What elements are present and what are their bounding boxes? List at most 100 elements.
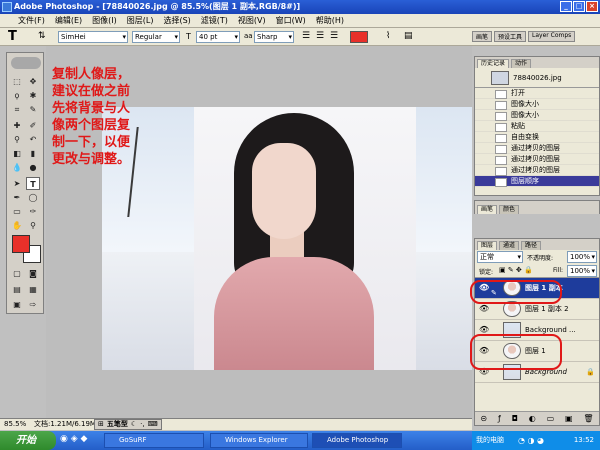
history-brush-tool-icon[interactable]: ↶ xyxy=(26,133,40,146)
my-computer-label[interactable]: 我的电脑 xyxy=(476,431,504,450)
pen-tool-icon[interactable]: ✒ xyxy=(10,191,24,204)
align-left-icon[interactable]: ☰ xyxy=(302,31,310,41)
photoshop-logo-icon xyxy=(2,2,12,12)
slice-tool-icon[interactable]: ✎ xyxy=(26,103,40,116)
minimize-button[interactable]: _ xyxy=(560,1,572,12)
foreground-color-swatch[interactable] xyxy=(12,235,30,253)
history-item[interactable]: 通过拷贝的图层 xyxy=(475,165,599,176)
zoom-readout[interactable]: 85.5% xyxy=(4,419,26,430)
zoom-tool-icon[interactable]: ⚲ xyxy=(26,219,40,232)
brush-tool-icon[interactable]: ✐ xyxy=(26,119,40,132)
ime-bar[interactable]: ⊞ 五笔型 ☾ ·, ⌨ xyxy=(94,419,162,430)
standard-mode-icon[interactable]: ▢ xyxy=(10,267,24,280)
blur-tool-icon[interactable]: 💧 xyxy=(10,161,24,174)
screen-mode-menu-icon[interactable]: ▣ xyxy=(10,298,24,311)
tab-color[interactable]: 颜色 xyxy=(499,205,520,214)
eye-icon[interactable]: 👁 xyxy=(479,304,489,314)
tab-brush[interactable]: 画笔 xyxy=(477,205,498,214)
tab-history[interactable]: 历史记录 xyxy=(477,59,510,68)
taskbar-button-photoshop[interactable]: Adobe Photoshop xyxy=(312,433,402,448)
path-selection-tool-icon[interactable]: ➤ xyxy=(10,177,24,190)
menu-edit[interactable]: 编辑(E) xyxy=(55,15,82,26)
history-snapshot[interactable]: 78840026.jpg xyxy=(475,68,599,88)
font-family-select[interactable]: SimHei xyxy=(58,31,128,43)
layer-style-icon[interactable]: ƒ xyxy=(498,414,501,423)
menu-view[interactable]: 视图(V) xyxy=(238,15,266,26)
align-center-icon[interactable]: ☰ xyxy=(316,31,324,41)
tray-icons[interactable]: ◔ ◑ ◕ xyxy=(518,431,544,450)
antialias-select[interactable]: Sharp xyxy=(254,31,294,43)
history-item-selected[interactable]: 图层顺序 xyxy=(475,176,599,187)
lock-icons[interactable]: ▣ ✎ ✥ 🔒 xyxy=(499,266,533,274)
system-tray: 我的电脑 ◔ ◑ ◕ 13:52 xyxy=(472,431,600,450)
history-item[interactable]: 自由变换 xyxy=(475,132,599,143)
type-tool-icon[interactable]: T xyxy=(26,177,40,190)
history-item[interactable]: 图像大小 xyxy=(475,99,599,110)
quick-mask-mode-icon[interactable]: ◙ xyxy=(26,267,40,280)
warp-text-icon[interactable]: ⌇ xyxy=(386,31,390,41)
type-tool-icon[interactable]: T xyxy=(8,29,17,44)
menu-layer[interactable]: 图层(L) xyxy=(127,15,154,26)
menu-help[interactable]: 帮助(H) xyxy=(316,15,344,26)
palettes-icon[interactable]: ▤ xyxy=(404,31,413,41)
marquee-tool-icon[interactable]: ⬚ xyxy=(10,75,24,88)
history-item[interactable]: 通过拷贝的图层 xyxy=(475,154,599,165)
orientation-icon[interactable]: ⇅ xyxy=(38,31,46,41)
taskbar-button-explorer[interactable]: Windows Explorer xyxy=(210,433,308,448)
text-color-swatch[interactable] xyxy=(350,31,368,43)
tab-layer-comps[interactable]: Layer Comps xyxy=(528,31,576,42)
clone-stamp-tool-icon[interactable]: ⚲ xyxy=(10,133,24,146)
new-group-icon[interactable]: ▭ xyxy=(547,414,555,423)
ime-moon-icon: ☾ xyxy=(130,420,138,428)
tab-layers[interactable]: 图层 xyxy=(477,241,498,250)
hand-tool-icon[interactable]: ✋ xyxy=(10,219,24,232)
new-layer-icon[interactable]: ▣ xyxy=(565,414,573,423)
magic-wand-tool-icon[interactable]: ✱ xyxy=(26,89,40,102)
move-tool-icon[interactable]: ✥ xyxy=(26,75,40,88)
tab-brushes[interactable]: 画笔 xyxy=(472,31,493,42)
layer-mask-icon[interactable]: ◘ xyxy=(512,414,518,423)
dodge-tool-icon[interactable]: ● xyxy=(26,161,40,174)
screen-mode-full-icon[interactable]: ▦ xyxy=(26,283,40,296)
trash-icon[interactable]: 🗑 xyxy=(583,414,593,423)
align-right-icon[interactable]: ☰ xyxy=(330,31,338,41)
tab-actions[interactable]: 动作 xyxy=(511,59,532,68)
opacity-input[interactable]: 100% xyxy=(567,251,597,263)
adjustment-layer-icon[interactable]: ◐ xyxy=(529,414,536,423)
tab-paths[interactable]: 路径 xyxy=(521,241,542,250)
history-item[interactable]: 打开 xyxy=(475,88,599,99)
jump-to-imageready-icon[interactable]: ⇨ xyxy=(26,298,40,311)
menu-window[interactable]: 窗口(W) xyxy=(276,15,306,26)
notes-tool-icon[interactable]: ▭ xyxy=(10,205,24,218)
shape-tool-icon[interactable]: ◯ xyxy=(26,191,40,204)
menu-file[interactable]: 文件(F) xyxy=(18,15,45,26)
feather-logo-icon xyxy=(11,57,41,69)
healing-brush-tool-icon[interactable]: ✚ xyxy=(10,119,24,132)
menu-select[interactable]: 选择(S) xyxy=(163,15,190,26)
history-item[interactable]: 通过拷贝的图层 xyxy=(475,143,599,154)
lasso-tool-icon[interactable]: ϙ xyxy=(10,89,24,102)
gradient-tool-icon[interactable]: ▮ xyxy=(26,147,40,160)
link-layers-icon[interactable]: ⊝ xyxy=(480,414,487,423)
crop-tool-icon[interactable]: ⌗ xyxy=(10,103,24,116)
tab-channels[interactable]: 通道 xyxy=(499,241,520,250)
menu-image[interactable]: 图像(I) xyxy=(92,15,117,26)
history-item[interactable]: 图像大小 xyxy=(475,110,599,121)
maximize-button[interactable]: □ xyxy=(573,1,585,12)
eyedropper-tool-icon[interactable]: ✑ xyxy=(26,205,40,218)
lock-icon: 🔒 xyxy=(586,368,595,376)
blend-mode-select[interactable]: 正常 xyxy=(477,251,523,263)
close-button[interactable]: × xyxy=(586,1,598,12)
tab-tool-presets[interactable]: 预设工具 xyxy=(494,31,527,42)
quicklaunch-icons[interactable]: ◉ ◈ ◆ xyxy=(60,434,87,444)
layers-footer: ⊝ ƒ ◘ ◐ ▭ ▣ 🗑 xyxy=(475,411,599,425)
start-button[interactable]: 开始 xyxy=(0,431,56,450)
font-style-select[interactable]: Regular xyxy=(132,31,180,43)
history-item[interactable]: 粘贴 xyxy=(475,121,599,132)
taskbar-button-gosurf[interactable]: GoSuRF xyxy=(104,433,204,448)
menu-filter[interactable]: 滤镜(T) xyxy=(201,15,228,26)
screen-mode-standard-icon[interactable]: ▤ xyxy=(10,283,24,296)
fill-input[interactable]: 100% xyxy=(567,265,597,277)
font-size-select[interactable]: 40 pt xyxy=(196,31,240,43)
eraser-tool-icon[interactable]: ◧ xyxy=(10,147,24,160)
